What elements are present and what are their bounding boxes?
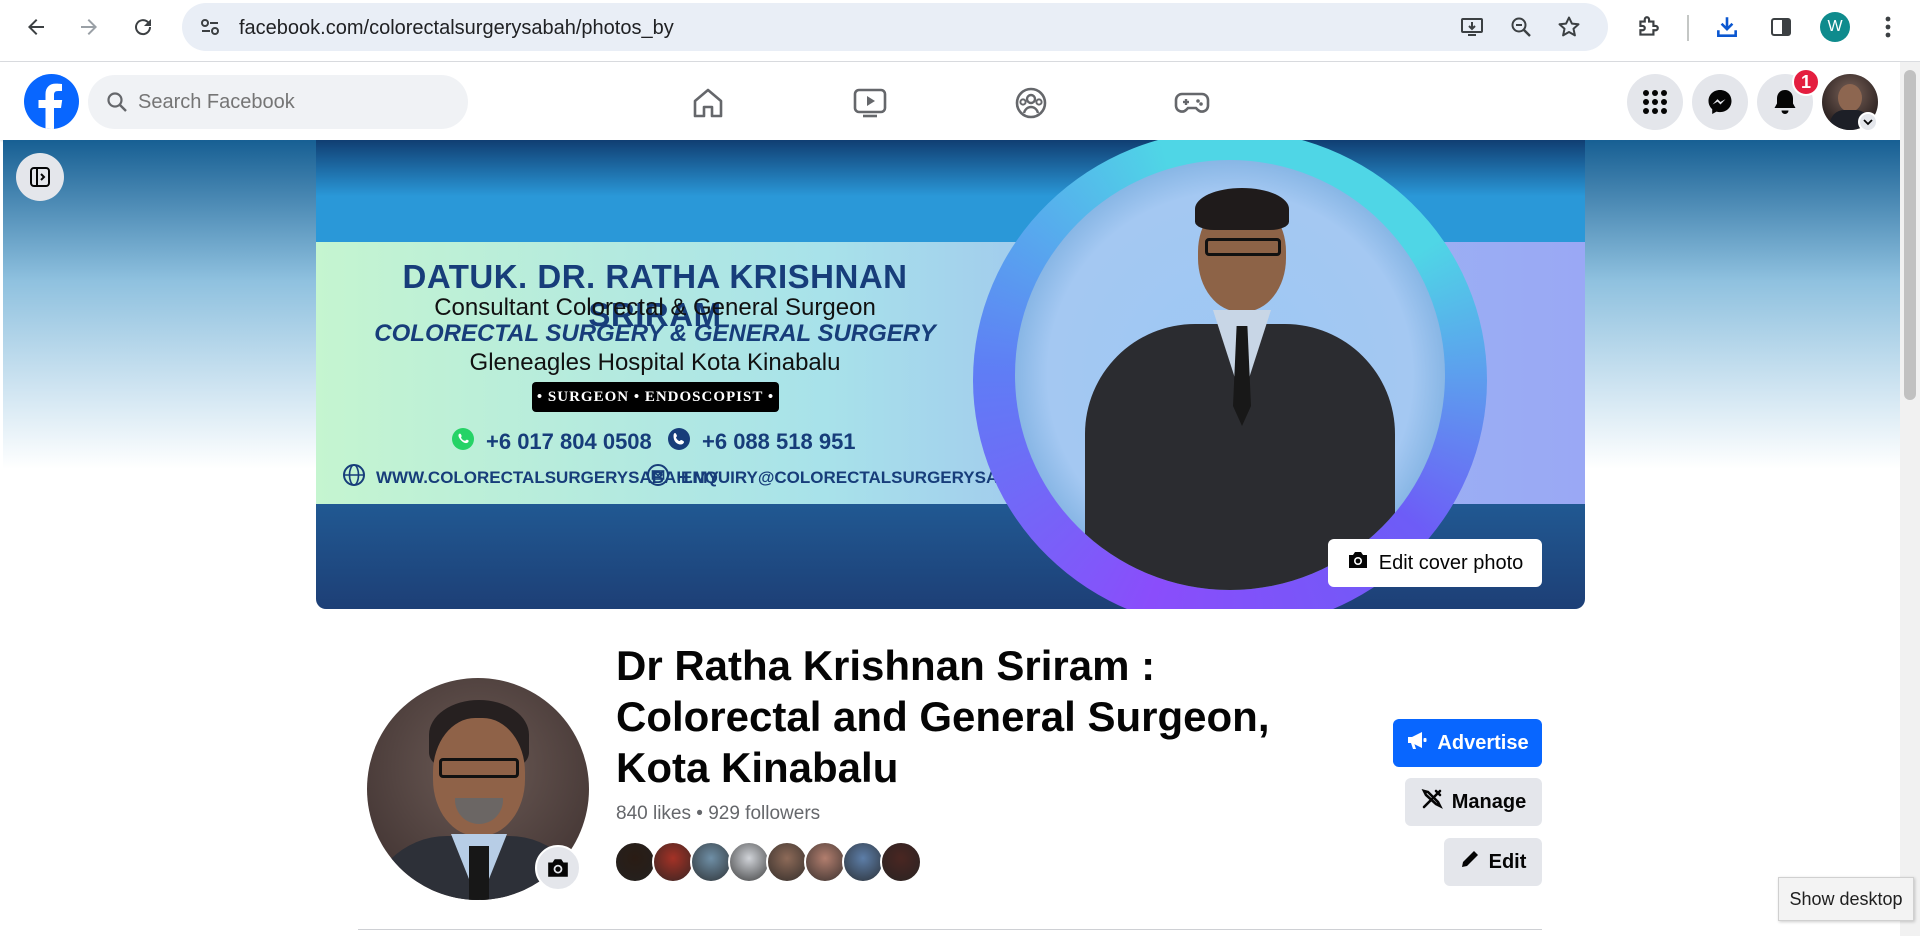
advertise-label: Advertise bbox=[1437, 731, 1529, 754]
advertise-button[interactable]: Advertise bbox=[1393, 719, 1542, 767]
cover-specialty: COLORECTAL SURGERY & GENERAL SURGERY bbox=[374, 320, 936, 347]
whatsapp-number: +6 017 804 0508 bbox=[486, 429, 652, 454]
manage-label: Manage bbox=[1451, 790, 1527, 813]
search-icon bbox=[106, 91, 128, 118]
cover-phone: +6 088 518 951 bbox=[666, 426, 856, 458]
facebook-search[interactable] bbox=[88, 75, 468, 129]
toolbar-divider bbox=[1687, 15, 1689, 41]
menu-grid-icon[interactable] bbox=[1627, 74, 1683, 130]
site-settings-icon[interactable] bbox=[196, 13, 224, 41]
profile-divider bbox=[358, 929, 1542, 930]
cover-tagline: • SURGEON • ENDOSCOPIST • bbox=[532, 382, 779, 412]
more-menu-icon[interactable] bbox=[1871, 10, 1905, 44]
cover-whatsapp: +6 017 804 0508 bbox=[450, 426, 652, 458]
camera-icon bbox=[1347, 550, 1369, 576]
scrollbar-thumb[interactable] bbox=[1904, 70, 1916, 400]
edit-button[interactable]: Edit bbox=[1444, 838, 1542, 886]
bookmark-star-icon[interactable] bbox=[1555, 13, 1583, 41]
update-profile-picture-camera-icon[interactable] bbox=[535, 845, 581, 891]
follower-avatar[interactable] bbox=[880, 841, 922, 883]
email-icon bbox=[645, 463, 671, 492]
edit-cover-label: Edit cover photo bbox=[1378, 551, 1524, 574]
cover-hospital: Gleneagles Hospital Kota Kinabalu bbox=[469, 349, 841, 376]
whatsapp-icon bbox=[450, 426, 476, 458]
home-icon[interactable] bbox=[689, 84, 727, 122]
edit-cover-photo-button[interactable]: Edit cover photo bbox=[1328, 539, 1542, 587]
url-text[interactable]: facebook.com/colorectalsurgerysabah/phot… bbox=[239, 17, 674, 40]
likes-followers-count[interactable]: 840 likes • 929 followers bbox=[616, 803, 820, 825]
groups-icon[interactable] bbox=[1012, 84, 1050, 122]
follower-avatar[interactable] bbox=[766, 841, 808, 883]
tools-icon bbox=[1421, 788, 1443, 816]
page-title-line-1: Dr Ratha Krishnan Sriram : bbox=[616, 642, 1156, 689]
manage-button[interactable]: Manage bbox=[1405, 778, 1542, 826]
browser-toolbar: facebook.com/colorectalsurgerysabah/phot… bbox=[0, 0, 1920, 62]
messenger-icon[interactable] bbox=[1692, 74, 1748, 130]
page-title: Dr Ratha Krishnan Sriram : Colorectal an… bbox=[616, 640, 1316, 793]
follower-avatar[interactable] bbox=[614, 841, 656, 883]
zoom-icon[interactable] bbox=[1507, 13, 1535, 41]
gaming-icon[interactable] bbox=[1173, 84, 1211, 122]
follower-avatar[interactable] bbox=[690, 841, 732, 883]
cover-portrait bbox=[1015, 160, 1445, 590]
profile-initial: W bbox=[1820, 12, 1850, 42]
facebook-header: 1 bbox=[0, 62, 1900, 140]
install-app-icon[interactable] bbox=[1458, 13, 1486, 41]
pencil-icon bbox=[1460, 849, 1480, 875]
cover-doctor-title: Consultant Colorectal & General Surgeon bbox=[434, 294, 876, 321]
page-title-line-3: Kota Kinabalu bbox=[616, 744, 899, 791]
page-title-line-2: Colorectal and General Surgeon, bbox=[616, 693, 1270, 740]
follower-avatar[interactable] bbox=[804, 841, 846, 883]
watch-video-icon[interactable] bbox=[851, 84, 889, 122]
phone-number: +6 088 518 951 bbox=[702, 429, 856, 454]
forward-icon[interactable] bbox=[72, 10, 106, 44]
profile-avatar[interactable]: W bbox=[1818, 10, 1852, 44]
follower-avatar[interactable] bbox=[652, 841, 694, 883]
notification-badge: 1 bbox=[1792, 68, 1820, 96]
side-panel-icon[interactable] bbox=[1764, 10, 1798, 44]
follower-avatars[interactable] bbox=[614, 841, 922, 883]
phone-icon bbox=[666, 426, 692, 458]
globe-icon bbox=[342, 463, 366, 492]
reload-icon[interactable] bbox=[126, 10, 160, 44]
facebook-logo-icon[interactable] bbox=[24, 74, 79, 129]
follower-avatar[interactable] bbox=[842, 841, 884, 883]
page-scrollbar[interactable] bbox=[1900, 62, 1920, 936]
follower-avatar[interactable] bbox=[728, 841, 770, 883]
megaphone-icon bbox=[1406, 730, 1428, 756]
extensions-icon[interactable] bbox=[1631, 10, 1665, 44]
show-desktop-tooltip: Show desktop bbox=[1778, 877, 1914, 921]
address-bar[interactable]: facebook.com/colorectalsurgerysabah/phot… bbox=[182, 3, 1608, 51]
downloads-icon[interactable] bbox=[1710, 10, 1744, 44]
edit-label: Edit bbox=[1488, 850, 1527, 873]
account-chevron-down-icon[interactable] bbox=[1858, 112, 1878, 132]
sidebar-toggle-icon[interactable] bbox=[16, 153, 64, 201]
back-icon[interactable] bbox=[19, 10, 53, 44]
search-input[interactable] bbox=[138, 75, 448, 129]
